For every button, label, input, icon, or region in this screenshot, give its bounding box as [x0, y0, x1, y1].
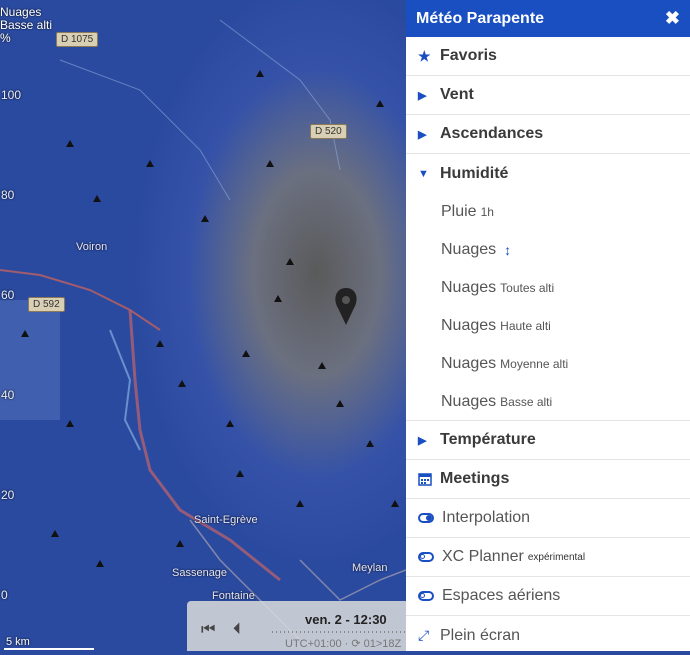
panel-title: Météo Parapente: [416, 9, 545, 27]
menu-item-meetings[interactable]: Meetings: [406, 460, 690, 499]
menu-item-espaces-aeriens[interactable]: Espaces aériens: [406, 577, 690, 616]
menu-item-favoris[interactable]: ★ Favoris: [406, 37, 690, 76]
experimental-tag: expérimental: [527, 551, 586, 563]
weather-map[interactable]: Nuages Basse alti % 100 80 60 40 20 0 D …: [0, 0, 406, 651]
submenu-item-nuages-toutes[interactable]: Nuages Toutes alti: [406, 269, 690, 307]
toggle-on-icon[interactable]: [418, 513, 434, 523]
menu-item-label: Espaces aériens: [442, 587, 561, 604]
road-label: D 1075: [56, 32, 99, 47]
menu-item-label: Ascendances: [440, 125, 544, 142]
vertical-arrows-icon: ↕: [504, 242, 512, 258]
place-label: Meylan: [352, 562, 388, 574]
caret-right-icon: ▶: [418, 128, 427, 141]
caret-down-icon: ▼: [418, 167, 429, 180]
menu-item-label: Interpolation: [442, 509, 531, 526]
place-label: Voiron: [76, 241, 108, 253]
close-icon[interactable]: ✖: [665, 8, 680, 29]
menu-item-label: Humidité: [440, 164, 509, 182]
side-panel: Météo Parapente ✖ ★ Favoris ▶ Vent ▶ Asc…: [406, 0, 690, 651]
expand-icon: ⤢: [418, 627, 430, 643]
menu-item-interpolation[interactable]: Interpolation: [406, 499, 690, 538]
submenu-item-detail: Haute alti: [500, 319, 551, 333]
step-back-icon[interactable]: ⏴: [233, 621, 241, 639]
timeline-track[interactable]: [272, 631, 406, 633]
submenu-item-label: Pluie: [441, 203, 477, 220]
submenu-item-nuages-vertical[interactable]: Nuages ↕: [406, 231, 690, 269]
map-legend: Nuages Basse alti %: [0, 6, 52, 45]
menu-item-ascendances[interactable]: ▶ Ascendances: [406, 115, 690, 154]
road-label: D 592: [28, 297, 65, 312]
menu-item-vent[interactable]: ▶ Vent: [406, 76, 690, 115]
menu-item-xc-planner[interactable]: XC Planner expérimental: [406, 538, 690, 577]
submenu-item-nuages-haute[interactable]: Nuages Haute alti: [406, 307, 690, 345]
scale-label: 60: [1, 288, 15, 302]
menu-item-label: Favoris: [440, 47, 497, 64]
caret-right-icon: ▶: [418, 434, 427, 447]
menu-item-label: XC Planner: [442, 548, 524, 565]
place-label: Saint-Egrève: [194, 514, 258, 526]
legend-line-3: %: [0, 31, 11, 45]
caret-right-icon: ▶: [418, 89, 427, 102]
timeline-bar[interactable]: ⏮ ⏴ ven. 2 - 12:30 UTC+01:00 · ⟳ 01>18Z: [187, 601, 406, 651]
scale-label: 40: [1, 388, 15, 402]
toggle-off-icon[interactable]: [418, 591, 434, 601]
submenu-item-label: Nuages: [441, 355, 497, 372]
menu-item-label: Température: [440, 431, 536, 448]
submenu-item-detail: Toutes alti: [500, 281, 555, 295]
timeline-subtitle: UTC+01:00 · ⟳ 01>18Z: [285, 638, 402, 650]
menu-item-label: Plein écran: [440, 626, 521, 644]
submenu-item-detail: Basse alti: [500, 394, 553, 409]
submenu-item-label: Nuages: [441, 317, 497, 334]
submenu-item-detail: Moyenne alti: [500, 357, 569, 371]
map-scale-bar: [4, 648, 94, 650]
calendar-icon: [418, 472, 440, 486]
scale-label: 100: [1, 88, 22, 102]
menu-item-plein-ecran[interactable]: ⤢ Plein écran: [406, 616, 690, 655]
submenu-item-label: Nuages: [441, 392, 497, 410]
map-background: [0, 0, 406, 651]
panel-header: Météo Parapente ✖: [406, 0, 690, 37]
submenu-item-nuages-moyenne[interactable]: Nuages Moyenne alti: [406, 345, 690, 383]
submenu-item-pluie[interactable]: Pluie 1h: [406, 193, 690, 231]
skip-start-icon[interactable]: ⏮: [201, 621, 215, 639]
submenu-item-detail: 1h: [480, 205, 494, 219]
menu-item-humidite[interactable]: ▼ Humidité: [406, 154, 690, 193]
menu-item-temperature[interactable]: ▶ Température: [406, 421, 690, 460]
place-label: Sassenage: [172, 567, 228, 579]
star-icon: ★: [418, 47, 431, 64]
menu-item-label: Meetings: [440, 470, 510, 487]
timeline-date: ven. 2 - 12:30: [305, 612, 387, 627]
toggle-off-icon[interactable]: [418, 552, 434, 562]
submenu-item-label: Nuages: [441, 279, 497, 296]
scale-label: 20: [1, 488, 15, 502]
submenu-item-label: Nuages: [441, 241, 497, 258]
scale-label: 0: [1, 588, 8, 602]
road-label: D 520: [310, 124, 347, 139]
submenu-item-nuages-basse[interactable]: Nuages Basse alti: [406, 383, 690, 421]
map-scale-text: 5 km: [6, 636, 30, 648]
scale-label: 80: [1, 188, 15, 202]
menu-item-label: Vent: [440, 86, 474, 103]
